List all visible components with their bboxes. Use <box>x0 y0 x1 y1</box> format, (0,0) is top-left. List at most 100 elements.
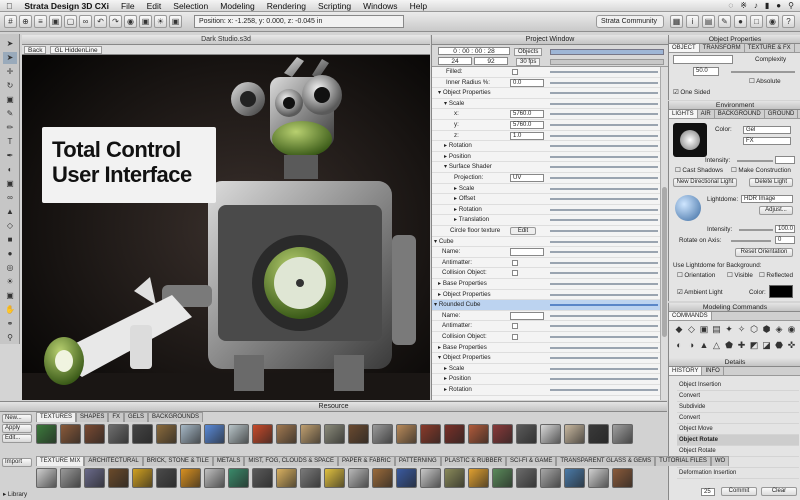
modeling-command-icon[interactable]: ◪ <box>761 340 773 354</box>
select-arrow-icon[interactable]: ➤ <box>3 38 17 50</box>
texture-swatch[interactable] <box>516 468 537 488</box>
texture-swatch[interactable] <box>156 468 177 488</box>
tab-lights[interactable]: Lights <box>669 110 698 118</box>
texture-swatch[interactable] <box>324 424 345 444</box>
resource-tab[interactable]: Gels <box>124 412 149 422</box>
keyframe-track[interactable] <box>550 113 658 116</box>
texture-swatch[interactable] <box>492 468 513 488</box>
paint-icon[interactable]: ✎ <box>3 108 17 120</box>
ambient-light-checkbox[interactable]: ☑ Ambient Light <box>677 289 723 296</box>
texture-swatch[interactable] <box>108 424 129 444</box>
property-checkbox[interactable] <box>512 259 518 266</box>
light-icon[interactable]: ☀ <box>154 15 167 28</box>
menu-edit[interactable]: Edit <box>141 1 168 11</box>
texture-swatch[interactable] <box>612 424 633 444</box>
property-row[interactable]: Antimatter: <box>432 258 660 269</box>
keyframe-track[interactable] <box>550 145 658 148</box>
menu-modeling[interactable]: Modeling <box>214 1 261 11</box>
texture-swatch[interactable] <box>156 424 177 444</box>
texture-swatch[interactable] <box>180 468 201 488</box>
keyframe-track[interactable] <box>550 198 658 201</box>
keyframe-track[interactable] <box>550 378 658 381</box>
texture-swatch[interactable] <box>540 468 561 488</box>
texture-swatch[interactable] <box>180 424 201 444</box>
eyedropper-icon[interactable]: ✏ <box>3 122 17 134</box>
keyframe-track[interactable] <box>550 261 658 264</box>
property-row[interactable]: ▸ Scale <box>432 364 660 375</box>
menu-rendering[interactable]: Rendering <box>261 1 312 11</box>
property-row[interactable]: ▸ Position <box>432 152 660 163</box>
clear-button[interactable]: Clear <box>761 487 797 496</box>
keyframe-track[interactable] <box>550 272 658 275</box>
property-row[interactable]: x: 5760.0 <box>432 109 660 120</box>
texture-swatch[interactable] <box>276 468 297 488</box>
snap-icon[interactable]: ⊕ <box>19 15 32 28</box>
property-value-field[interactable]: 1.0 <box>510 131 544 140</box>
resource-tab[interactable]: Patterning <box>394 456 441 466</box>
keyframe-track[interactable] <box>550 346 658 349</box>
make-construction-checkbox[interactable]: ☐ Make Construction <box>731 167 791 174</box>
modeling-command-icon[interactable]: ◇ <box>686 324 698 338</box>
keyframe-track[interactable] <box>550 367 658 370</box>
keyframe-track[interactable] <box>550 102 658 105</box>
property-value-field[interactable]: UV <box>510 174 544 182</box>
menu-file[interactable]: File <box>115 1 141 11</box>
library-toggle[interactable]: ▸ Library <box>3 491 27 498</box>
texture-swatch[interactable] <box>348 424 369 444</box>
deform-icon[interactable]: ◇ <box>3 220 17 232</box>
keyframe-track[interactable] <box>550 71 658 73</box>
reflected-checkbox[interactable]: ☐ Reflected <box>759 272 793 279</box>
lathe-icon[interactable]: ◐ <box>3 164 17 176</box>
complexity-slider[interactable] <box>731 71 795 73</box>
modeling-command-icon[interactable]: ◉ <box>786 324 798 338</box>
history-item[interactable]: Convert <box>677 391 799 402</box>
fps-dropdown[interactable]: 30 fps <box>516 58 541 66</box>
sphere-tool-icon[interactable]: ● <box>3 248 17 260</box>
brush-icon[interactable]: ✎ <box>718 15 731 28</box>
new-resource-button[interactable]: New... <box>2 414 32 423</box>
cube-icon[interactable]: ■ <box>3 234 17 246</box>
frame-start-field[interactable]: 24 <box>438 57 472 65</box>
grid-view-icon[interactable]: ▦ <box>670 15 683 28</box>
property-row[interactable]: Collision Object: <box>432 268 660 279</box>
texture-swatch[interactable] <box>252 424 273 444</box>
property-row[interactable]: ▸ Object Properties <box>432 290 660 301</box>
property-value-field[interactable]: 0.0 <box>510 78 544 87</box>
property-row[interactable]: ▸ Scale <box>432 184 660 195</box>
keyframe-track[interactable] <box>550 304 658 307</box>
texture-swatch[interactable] <box>540 424 561 444</box>
texture-swatch[interactable] <box>420 468 441 488</box>
texture-swatch[interactable] <box>252 468 273 488</box>
history-item[interactable]: Convert <box>677 413 799 424</box>
apple-icon[interactable]:  <box>0 1 18 11</box>
app-menu[interactable]: Strata Design 3D CXi <box>18 1 115 11</box>
property-value-field[interactable] <box>510 248 544 257</box>
texture-swatch[interactable] <box>492 424 513 444</box>
resource-tab[interactable]: Texture Mix <box>36 456 85 466</box>
property-row[interactable]: Collision Object: <box>432 332 660 343</box>
texture-swatch[interactable] <box>564 424 585 444</box>
keyframe-track[interactable] <box>550 283 658 285</box>
edit-resource-button[interactable]: Edit... <box>2 434 32 443</box>
history-item[interactable]: Deformation Insertion <box>677 468 799 479</box>
modeling-command-icon[interactable]: ◩ <box>748 340 760 354</box>
resource-tab[interactable]: Brick, Stone & Tile <box>142 456 213 466</box>
texture-swatch[interactable] <box>132 424 153 444</box>
texture-swatch[interactable] <box>372 424 393 444</box>
menu-windows[interactable]: Windows <box>357 1 403 11</box>
texture-swatch[interactable] <box>84 468 105 488</box>
orientation-checkbox[interactable]: ☐ Orientation <box>677 272 715 279</box>
property-row[interactable]: ▸ Base Properties <box>432 343 660 354</box>
window-icon[interactable]: □ <box>750 15 763 28</box>
keyframe-track[interactable] <box>550 230 658 232</box>
modeling-command-icon[interactable]: ✜ <box>786 340 798 354</box>
intensity-field[interactable] <box>775 156 795 164</box>
edit-texture-button[interactable]: Edit <box>510 227 536 235</box>
commit-button[interactable]: Commit <box>721 487 757 496</box>
frame-end-field[interactable]: 92 <box>474 57 508 65</box>
texture-swatch[interactable] <box>588 468 609 488</box>
menu-scripting[interactable]: Scripting <box>312 1 357 11</box>
spotlight-icon[interactable]: ⚲ <box>788 1 794 10</box>
user-icon[interactable]: ● <box>776 1 781 10</box>
fx-dropdown[interactable]: FX <box>743 137 791 145</box>
